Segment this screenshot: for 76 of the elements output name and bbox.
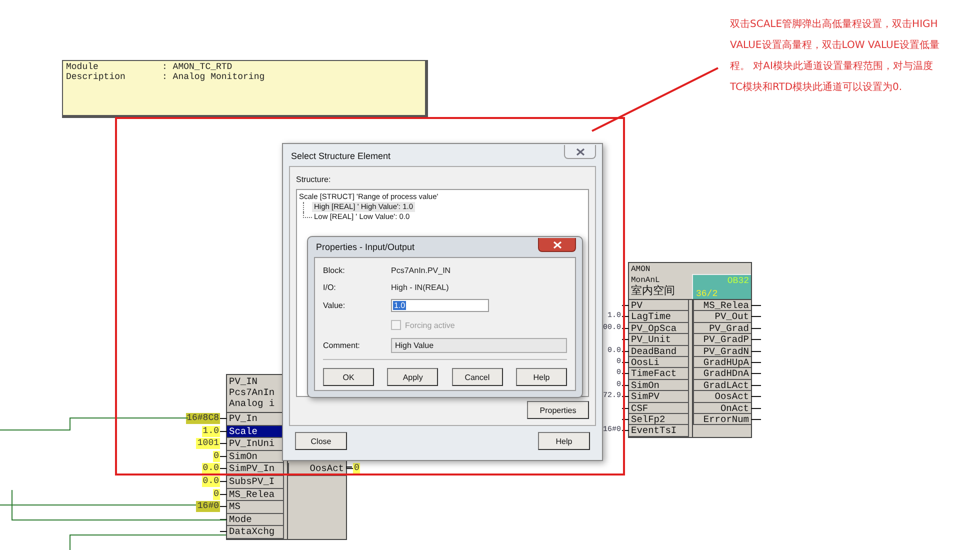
- input-pin[interactable]: LagTime: [629, 311, 689, 323]
- input-pin[interactable]: OosLi: [629, 356, 689, 368]
- wire: [346, 466, 352, 468]
- output-pin[interactable]: ErrorNum: [693, 414, 751, 426]
- dialog-button[interactable]: Apply: [387, 368, 438, 386]
- dialog-button[interactable]: OK: [323, 368, 374, 386]
- output-pin[interactable]: PV_GradP: [693, 334, 751, 346]
- field-value: Pcs7AnIn.PV_IN: [391, 266, 452, 275]
- task-order: 36/2: [696, 289, 718, 299]
- input-pin[interactable]: MS_Relea: [227, 488, 284, 502]
- input-pin[interactable]: EventTsI: [629, 425, 689, 437]
- dialog-button[interactable]: Cancel: [452, 368, 503, 386]
- dialog-title: Properties - Input/Output: [315, 241, 415, 252]
- help-button[interactable]: Help: [538, 432, 590, 450]
- output-pin[interactable]: OosAct: [693, 391, 751, 403]
- pin-value: 0: [353, 463, 360, 474]
- input-pin[interactable]: PV_InUni: [227, 438, 284, 451]
- field-label: I/O:: [323, 282, 337, 292]
- pin-value: 0.0: [202, 476, 220, 487]
- pin-value: 16#0: [196, 501, 220, 512]
- value-field[interactable]: 1.0: [391, 299, 489, 312]
- field-label: Value:: [323, 301, 346, 310]
- annotation-text: 双击SCALE管脚弹出高低量程设置，双击HIGH VALUE设置高量程，双击LOW VALUE设置低量程。 对AI模块此通道设置量程范围，对与温度TC模块和RTD模块此通道可以设置为0.: [730, 18, 941, 95]
- field-label: Comment:: [323, 341, 361, 350]
- input-pin[interactable]: DataXchg: [227, 526, 284, 539]
- block-header-text: 室内空间: [631, 286, 675, 297]
- input-pin[interactable]: DeadBand: [629, 346, 689, 357]
- input-pin[interactable]: MS: [227, 501, 284, 514]
- output-pin[interactable]: PV_Grad: [693, 322, 751, 334]
- close-button[interactable]: Close: [295, 432, 347, 450]
- close-button[interactable]: [538, 238, 576, 252]
- info-label: Module: [66, 62, 100, 72]
- info-value: : AMON_TC_RTD: [162, 62, 232, 72]
- pin-value: 0: [212, 450, 220, 462]
- output-pin[interactable]: GradHDnA: [693, 368, 751, 380]
- structure-label: Structure:: [296, 175, 332, 184]
- close-button[interactable]: [564, 145, 596, 159]
- info-label: Description: [66, 72, 126, 82]
- field-label: Block:: [323, 266, 346, 275]
- input-pin[interactable]: SimPV: [629, 391, 689, 403]
- output-pin[interactable]: PV_GradN: [693, 346, 751, 357]
- pin-value: 1001: [196, 438, 220, 450]
- output-pin[interactable]: GradLAct: [693, 380, 751, 392]
- input-pin[interactable]: PV_OpSca: [629, 322, 689, 334]
- field-value: High - IN(REAL): [391, 282, 450, 292]
- output-pin[interactable]: OnAct: [693, 402, 751, 414]
- input-pin[interactable]: PV_Unit: [629, 334, 689, 346]
- close-icon: [576, 148, 584, 156]
- output-pin[interactable]: PV_Out: [693, 311, 751, 323]
- info-value: : Analog Monitoring: [162, 72, 265, 82]
- pin-value: 16#8C8: [186, 413, 220, 424]
- block-header-text: PV_IN: [229, 376, 259, 387]
- output-pin[interactable]: GradHUpA: [693, 356, 751, 368]
- block-header-text: AMON: [631, 264, 652, 275]
- dialog-button[interactable]: Help: [516, 368, 567, 386]
- comment-field: High Value: [391, 338, 567, 354]
- checkbox-label: Forcing active: [405, 320, 455, 330]
- task-name: OB32: [727, 276, 749, 286]
- block-header-text: MonAnL: [631, 275, 660, 285]
- block-header-text: Pcs7AnIn: [229, 387, 275, 398]
- close-icon: [552, 240, 562, 248]
- input-pin[interactable]: Mode: [227, 514, 284, 526]
- input-pin[interactable]: SubsPV_I: [227, 476, 284, 489]
- input-pin[interactable]: SimOn: [629, 380, 689, 392]
- block-header-text: Analog i: [229, 398, 275, 409]
- pin-value: 1.0: [202, 426, 220, 437]
- input-pin[interactable]: TimeFact: [629, 368, 689, 380]
- dialog-title: Select Structure Element: [290, 150, 391, 161]
- input-pin[interactable]: SelFp2: [629, 414, 689, 426]
- input-pin[interactable]: PV_In: [227, 413, 284, 426]
- pin-value: 0.0: [202, 463, 220, 474]
- output-pin[interactable]: MS_Relea: [693, 300, 751, 312]
- input-pin[interactable]: PV: [629, 300, 689, 312]
- properties-button[interactable]: Properties: [527, 401, 589, 419]
- pin-value: 0: [212, 488, 220, 500]
- input-pin[interactable]: CSF: [629, 402, 689, 414]
